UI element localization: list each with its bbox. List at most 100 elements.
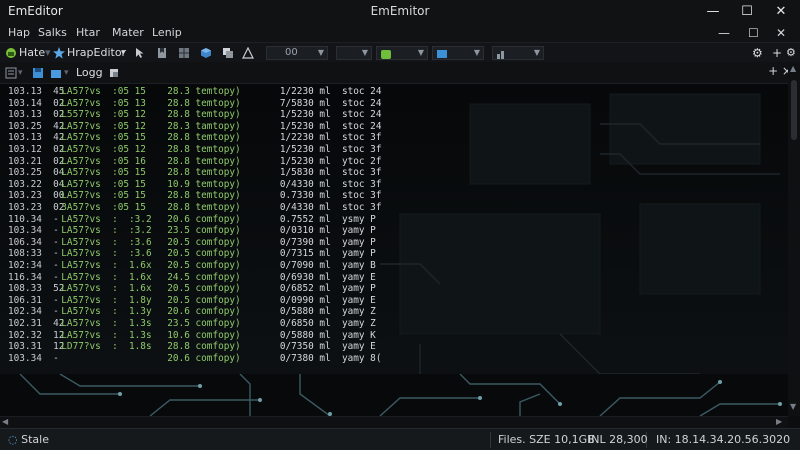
line-field-a: LA57?vs : 1.6x: [50, 260, 152, 271]
settings-icon[interactable]: ⚙: [786, 45, 796, 61]
line-field-c: 0/7390 ml yamy P: [246, 236, 376, 248]
line-field-b: 28.3 tamtopy): [156, 120, 241, 132]
scroll-up-arrow[interactable]: ▲: [790, 64, 796, 73]
grid-icon[interactable]: [178, 47, 190, 59]
maximize-doc-button[interactable]: ☐: [748, 26, 759, 40]
menu-item-htar[interactable]: Htar: [76, 26, 100, 39]
line-field-a: LA57?vs :05 15: [50, 86, 146, 97]
logs-label[interactable]: Logg: [76, 65, 103, 81]
window-title: EmEmitor: [370, 4, 430, 18]
menu-item-salks[interactable]: Salks: [38, 26, 67, 39]
line-field-c: 7/5830 ml stoc 24: [246, 97, 382, 109]
line-field-c: 0/0990 ml yamy E: [246, 294, 376, 306]
horizontal-scrollbar[interactable]: ◀ ▶: [0, 416, 788, 428]
line-field-b: 23.5 comfopy): [156, 225, 241, 237]
lock-icon: [381, 50, 391, 59]
status-bar: ◌ Stale Files. SZE 10,1GB INL 28,300 IN:…: [0, 428, 800, 450]
wrench-icon[interactable]: [108, 67, 120, 79]
bar-chart-icon: [497, 51, 504, 59]
line-field-b: 28.8 comfopy): [156, 341, 241, 353]
menu-bar: Hap Salks Htar Mater Lenip — ☐ ✕: [0, 24, 800, 42]
line-field-a: LA57?vs : 1.3s: [50, 329, 152, 341]
chevron-down-icon: ▼: [473, 48, 480, 57]
star-icon[interactable]: [53, 47, 65, 59]
main-toolbar: Hate ▾ HrapEditor ▾ 00 ▼ ▼ ▼ ▼ ▼ ⚙ + ⚙: [0, 42, 800, 62]
save-icon[interactable]: [32, 67, 44, 79]
line-field-c: 0/7315 ml yamy P: [246, 248, 376, 260]
line-field-b: 28.8 temtopy): [156, 190, 241, 202]
line-field-a: LA57?vs : :3.6: [50, 248, 152, 260]
folder-icon: [437, 50, 447, 58]
line-field-c: 0/4330 ml stoc 3f: [246, 202, 382, 213]
marker-dropdown[interactable]: ▼: [336, 46, 372, 60]
cube-icon[interactable]: [200, 47, 212, 59]
close-button[interactable]: ✕: [764, 0, 798, 24]
line-field-c: 1/5230 ml ytoc 2f: [246, 155, 382, 167]
menu-item-hap[interactable]: Hap: [8, 26, 30, 39]
status-file-size: Files. SZE 10,1GB: [498, 433, 595, 446]
status-divider: [490, 432, 491, 448]
editor-dropdown-arrow[interactable]: ▾: [121, 45, 126, 61]
secondary-toolbar: ▾ ▾ Logg: [0, 62, 800, 84]
chevron-down-icon: ▼: [361, 48, 368, 57]
line-field-c: 0/5880 ml yamy K: [246, 329, 376, 341]
title-bar: EmEditor EmEmitor — ☐ ✕: [0, 0, 800, 24]
scroll-right-arrow[interactable]: ▶: [776, 417, 782, 426]
line-field-a: LA57?vs :05 12: [50, 144, 146, 155]
line-field-b: 20.5 comfopy): [156, 294, 241, 306]
plus-icon[interactable]: +: [772, 45, 782, 61]
home-label[interactable]: Hate: [19, 45, 45, 61]
scroll-down-arrow[interactable]: ▼: [790, 402, 796, 411]
scroll-left-arrow[interactable]: ◀: [2, 417, 8, 426]
line-field-b: 23.5 comfopy): [156, 318, 241, 329]
line-field-a: LA57?vs :05 12: [50, 120, 146, 132]
menu-item-mater[interactable]: Mater: [112, 26, 144, 39]
close-doc-button[interactable]: ✕: [776, 26, 786, 40]
maximize-button[interactable]: ☐: [730, 0, 764, 24]
line-field-c: 1/2230 ml stoc 24: [246, 86, 382, 97]
copy-icon[interactable]: [222, 47, 234, 59]
line-field-c: 0/6930 ml yamy E: [246, 271, 376, 283]
bookmark-icon[interactable]: [156, 47, 168, 59]
line-field-b: 28.8 temtopy): [156, 97, 241, 109]
line-field-a: LA57?vs : 1.3s: [50, 318, 152, 329]
font-size-value: 00: [285, 47, 298, 58]
editor-label[interactable]: HrapEditor: [67, 45, 126, 61]
status-mode[interactable]: ◌ Stale: [8, 433, 49, 446]
line-field-b: 20.5 comfopy): [156, 260, 241, 271]
line-field-c: 1/2230 ml stoc 3f: [246, 132, 382, 144]
line-field-b: 28.8 temtopy): [156, 202, 241, 213]
line-field-b: 28.8 temtopy): [156, 109, 241, 121]
line-field-c: 0/0310 ml yamy P: [246, 225, 376, 237]
circle-icon: ◌: [8, 433, 18, 446]
minimize-doc-button[interactable]: —: [718, 26, 730, 40]
chevron-down-icon: ▼: [417, 48, 424, 57]
line-field-c: 0/7090 ml yamy B: [246, 260, 376, 271]
status-lines: INL 28,300: [588, 433, 648, 446]
line-field-a: LA57?vs : 1.6x: [50, 283, 152, 295]
line-field-b: 20.6 comfopy): [156, 306, 241, 318]
scroll-thumb[interactable]: [791, 80, 797, 140]
home-icon[interactable]: [5, 47, 17, 59]
list-icon[interactable]: [5, 67, 17, 79]
vertical-scrollbar[interactable]: ▲ ▼: [788, 62, 800, 416]
open-icon[interactable]: [50, 67, 62, 79]
cursor-icon[interactable]: [134, 47, 146, 59]
minimize-button[interactable]: —: [696, 0, 730, 24]
line-field-c: 0.7552 ml ysmy P: [246, 213, 376, 225]
triangle-icon[interactable]: [242, 47, 254, 59]
menu-item-lenip[interactable]: Lenip: [152, 26, 182, 39]
gear-icon[interactable]: ⚙: [752, 45, 763, 61]
line-field-c: 0/7380 ml yamy 8(: [246, 352, 382, 364]
line-field-c: 0/7350 ml yamy E: [246, 341, 376, 353]
text-editor[interactable]: 103.13 45 LA57?vs :05 15 28.3 temtopy) 1…: [0, 84, 788, 374]
line-field-b: 28.8 temtopy): [156, 155, 241, 167]
line-field-c: 0.7330 ml stoc 3f: [246, 190, 382, 202]
line-field-a: LA57?vs :05 15: [50, 167, 146, 179]
line-field-a: LA57?vs :05 15: [50, 190, 146, 202]
chevron-down-icon: ▼: [533, 48, 540, 57]
line-field-a: LA57?vs : :3.2: [50, 225, 152, 237]
font-size-dropdown[interactable]: 00 ▼: [266, 46, 328, 60]
line-field-c: 0/4330 ml stoc 3f: [246, 178, 382, 190]
line-field-b: 28.8 temtopy): [156, 144, 241, 155]
